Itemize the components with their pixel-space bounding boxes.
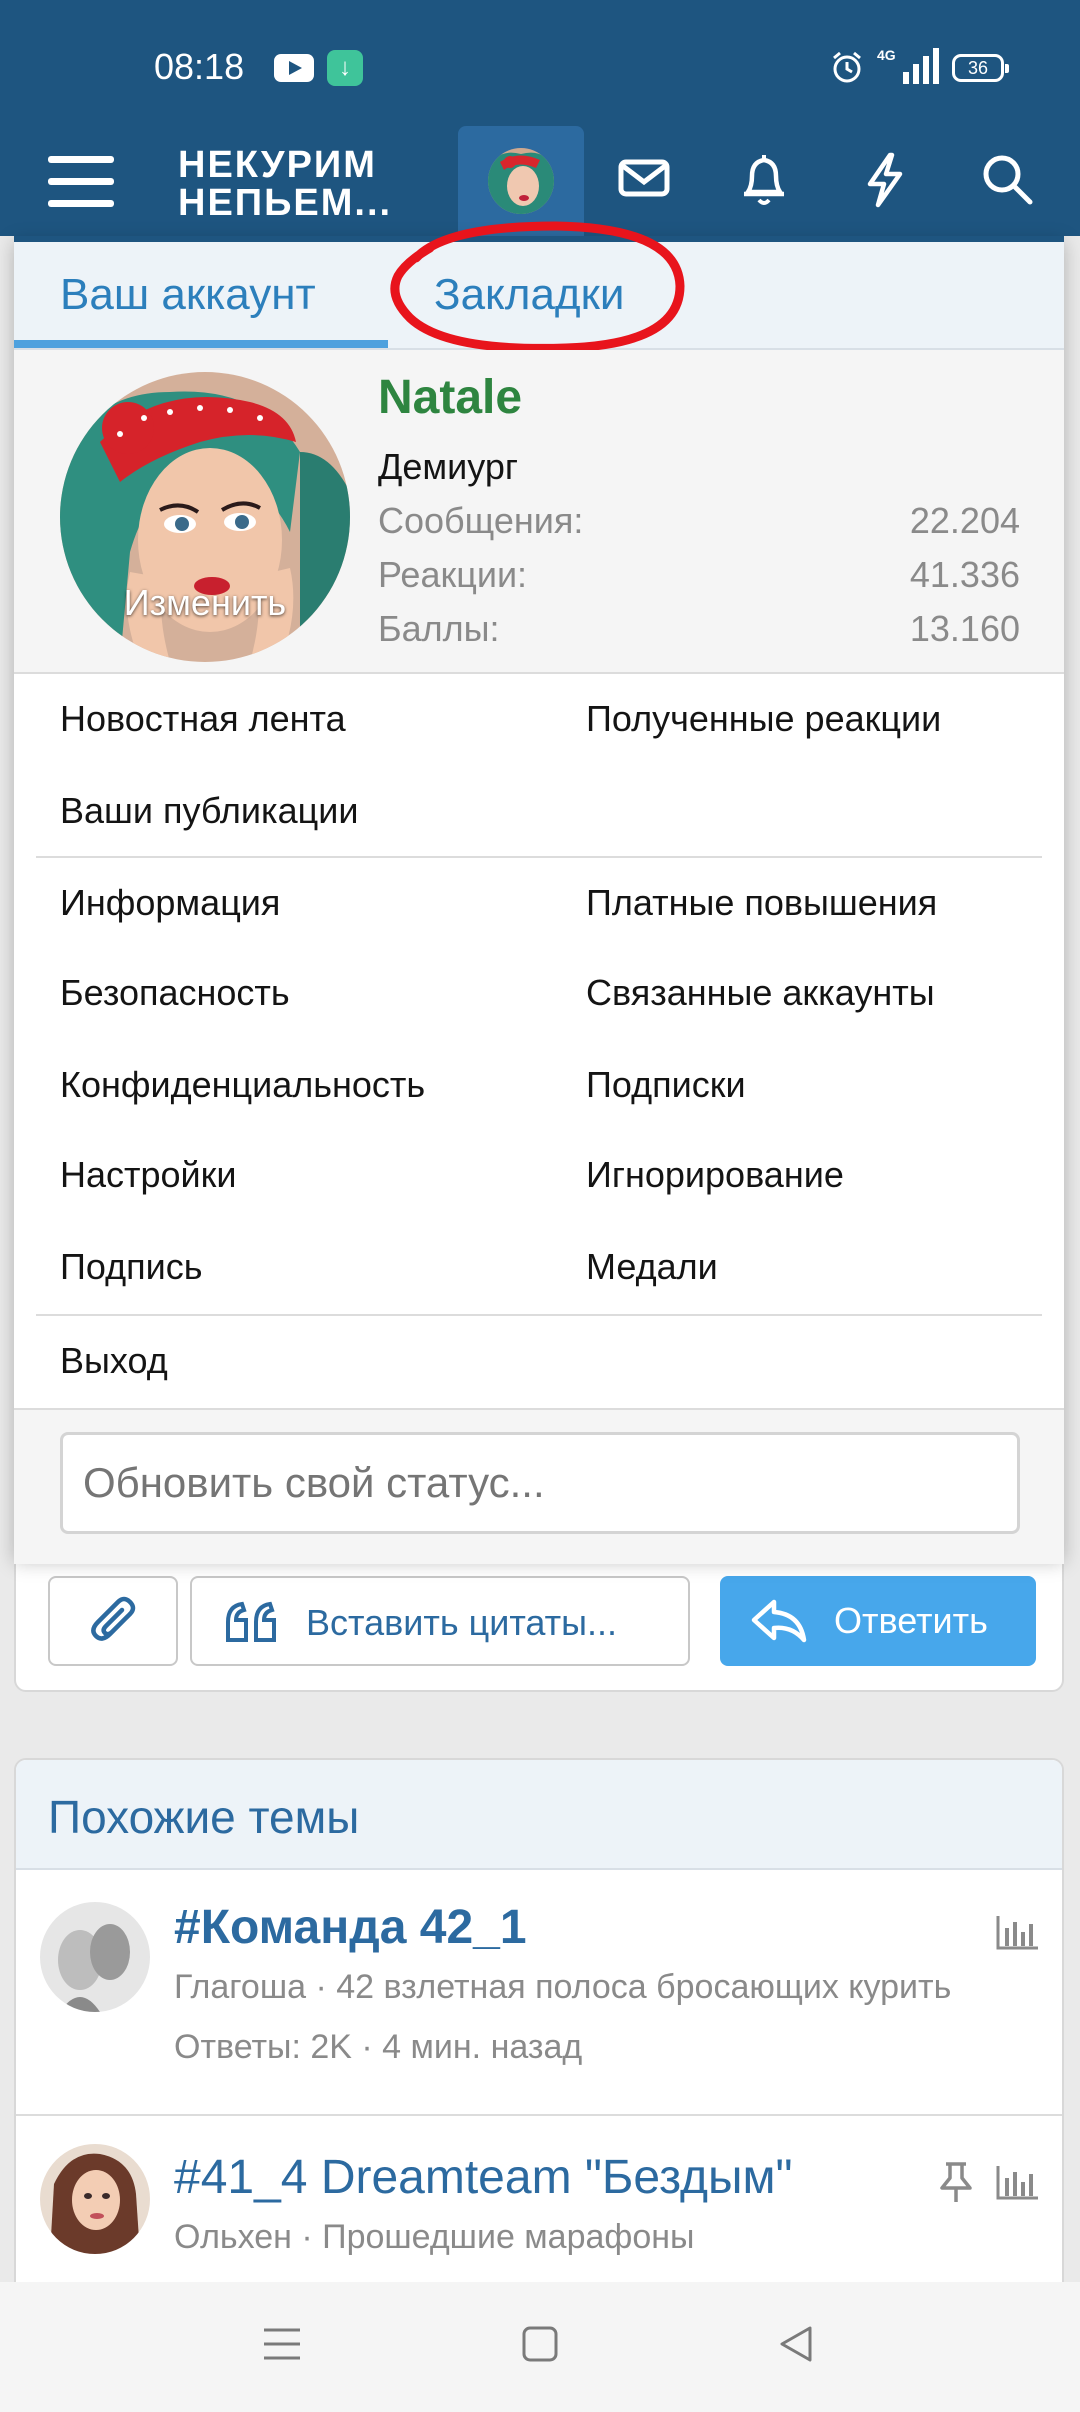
active-tab-indicator [14,340,388,348]
stat-label-reactions: Реакции: [378,554,528,595]
link-medals[interactable]: Медали [586,1246,718,1288]
link-security[interactable]: Безопасность [60,972,290,1014]
link-connected-accounts[interactable]: Связанные аккаунты [586,972,935,1014]
link-reactions-received[interactable]: Полученные реакции [586,698,941,740]
logo-line-1: НЕКУРИМ [178,144,377,186]
username[interactable]: Natale [378,370,522,425]
signal-4g-icon: 4G [877,47,939,84]
user-avatar-small [488,148,554,214]
link-ignoring[interactable]: Игнорирование [586,1154,844,1196]
reply-arrow-icon [751,1599,807,1643]
status-bar: 08:18 ↓ 4G 36 [0,0,1080,130]
insert-quotes-label: Вставить цитаты... [306,1602,618,1643]
stat-value-messages: 22.204 [909,500,1020,541]
status-update-area [14,1408,1064,1564]
paperclip-icon [91,1596,136,1641]
thread-item[interactable]: #Команда 42_1 Глагоша · 42 взлетная поло… [16,1870,1062,2114]
link-settings[interactable]: Настройки [60,1154,237,1196]
bell-icon[interactable] [740,152,788,208]
divider [36,1314,1042,1316]
youtube-notification-icon [274,54,314,82]
stat-label-messages: Сообщения: [378,500,584,541]
thread-meta: Глагоша · 42 взлетная полоса бросающих к… [174,1968,952,2006]
similar-threads-title: Похожие темы [48,1791,360,1843]
back-icon[interactable] [776,2324,816,2364]
popup-tabs: Ваш аккаунт Закладки [14,221,1064,353]
red-circle-annotation [390,221,685,353]
download-notification-icon: ↓ [327,50,363,86]
link-signature[interactable]: Подпись [60,1246,202,1288]
profile-summary: Изменить Natale Демиург Сообщения: 22.20… [14,350,1064,674]
quote-icon [226,1601,276,1642]
link-news-feed[interactable]: Новостная лента [60,698,346,740]
link-privacy[interactable]: Конфиденциальность [60,1064,425,1106]
link-your-posts[interactable]: Ваши публикации [60,790,358,832]
stat-label-points: Баллы: [378,608,500,649]
home-icon[interactable] [520,2324,560,2364]
lightning-icon[interactable] [862,152,908,208]
user-avatar-large[interactable]: Изменить [60,372,350,662]
status-input[interactable] [60,1432,1020,1534]
divider [36,856,1042,858]
similar-threads-header: Похожие темы [16,1760,1062,1870]
user-title: Демиург [378,446,519,487]
mail-icon[interactable] [618,152,670,204]
android-nav-bar [0,2282,1080,2412]
stat-value-points: 13.160 [909,608,1020,649]
attach-button[interactable] [48,1576,178,1666]
pin-icon [940,2162,972,2202]
thread-title[interactable]: #Команда 42_1 [174,1900,527,1955]
bar-chart-icon [996,1916,1038,1950]
recent-apps-icon[interactable] [262,2324,302,2364]
stat-value-reactions: 41.336 [909,554,1020,595]
thread-title[interactable]: #41_4 Dreamteam "Бездым" [174,2150,793,2205]
link-paid-upgrades[interactable]: Платные повышения [586,882,937,924]
insert-quotes-button[interactable]: Вставить цитаты... [190,1576,690,1666]
thread-stats: Ответы: 2K · 4 мин. назад [174,2028,583,2066]
link-subscriptions[interactable]: Подписки [586,1064,746,1106]
change-avatar-label[interactable]: Изменить [60,582,350,624]
thread-meta: Ольхен · Прошедшие марафоны [174,2218,695,2256]
similar-threads-block: Похожие темы #Команда 42_1 Глагоша · 42 … [14,1758,1064,2318]
reply-button[interactable]: Ответить [720,1576,1036,1666]
logo-line-2: НЕПЬЕМ... [178,182,393,224]
hamburger-menu-icon[interactable] [48,152,114,210]
top-header: 08:18 ↓ 4G 36 НЕКУРИМ НЕПЬЕМ... [0,0,1080,236]
site-logo[interactable]: НЕКУРИМ НЕПЬЕМ... [178,146,392,222]
thread-author-avatar[interactable] [40,2144,150,2254]
account-popup: Ваш аккаунт Закладки Изменить Natale Дем… [14,221,1064,1564]
alarm-icon [833,51,861,83]
status-time: 08:18 [154,46,245,87]
thread-author-avatar[interactable] [40,1902,150,2012]
reply-label: Ответить [834,1600,988,1641]
link-information[interactable]: Информация [60,882,280,924]
bar-chart-icon [996,2166,1038,2200]
link-logout[interactable]: Выход [60,1340,168,1382]
search-icon[interactable] [980,152,1034,206]
battery-icon: 36 [952,54,1009,82]
svg-text:4G: 4G [877,47,896,63]
tab-your-account[interactable]: Ваш аккаунт [60,270,316,320]
